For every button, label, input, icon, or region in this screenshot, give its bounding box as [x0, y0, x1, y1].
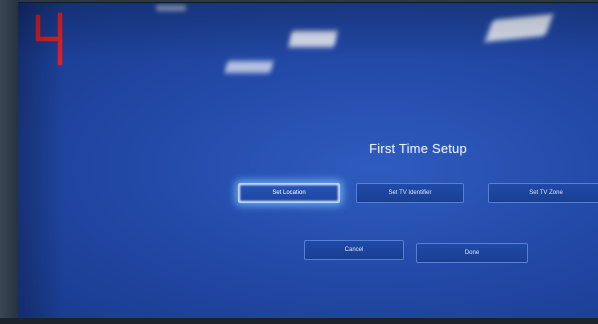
- tv-bezel: [0, 0, 20, 324]
- light-reflection: [484, 14, 554, 42]
- light-reflection: [224, 61, 274, 73]
- tv-screen: First Time Setup Set Location Set TV Ide…: [18, 2, 598, 321]
- channel-number-four: [35, 12, 63, 66]
- cancel-button[interactable]: Cancel: [304, 240, 404, 260]
- set-tv-identifier-button[interactable]: Set TV Identifier: [356, 183, 464, 203]
- done-button[interactable]: Done: [416, 243, 528, 263]
- light-reflection: [288, 31, 338, 47]
- set-location-button[interactable]: Set Location: [238, 183, 340, 203]
- set-tv-zone-button[interactable]: Set TV Zone: [488, 183, 598, 203]
- page-title: First Time Setup: [369, 141, 467, 156]
- tv-bottom-bezel: [0, 318, 598, 324]
- light-reflection: [156, 5, 186, 11]
